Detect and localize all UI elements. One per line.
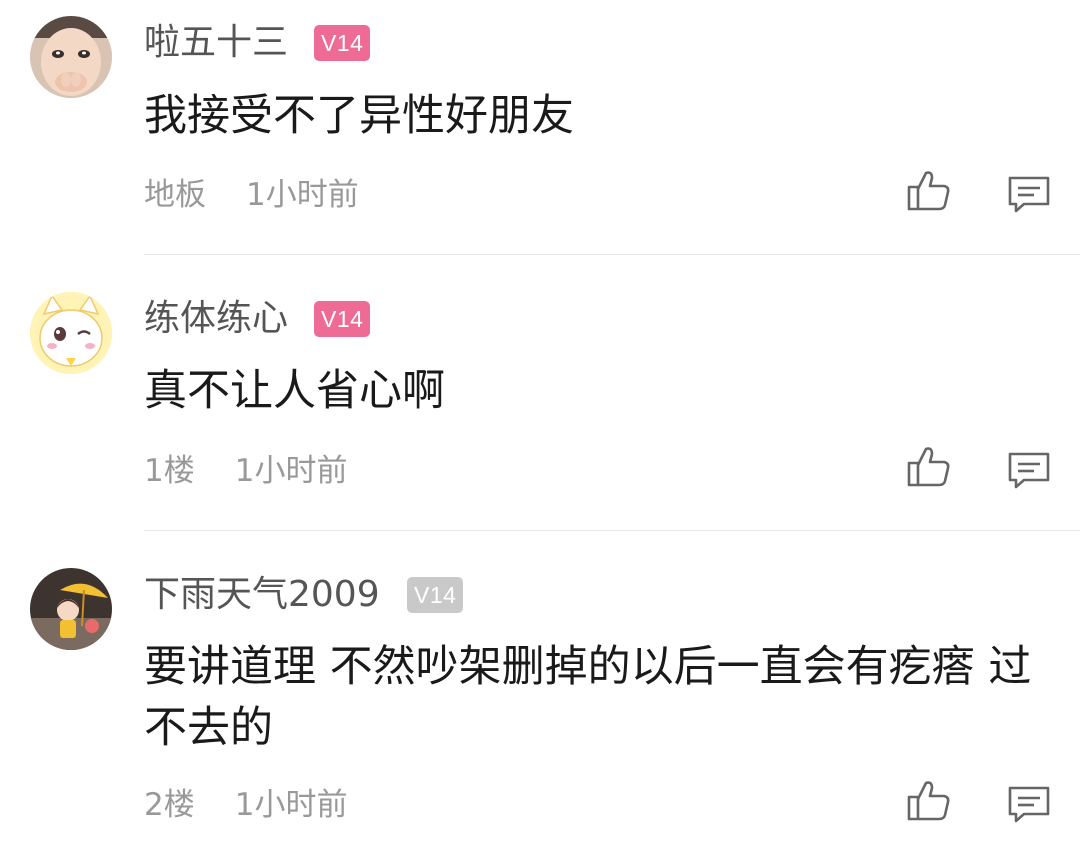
username[interactable]: 啦五十三 — [144, 21, 288, 65]
level-badge: V14 — [314, 25, 371, 61]
divider — [144, 254, 1080, 255]
comment-meta: 2楼 1小时前 — [144, 785, 347, 825]
floor-label: 2楼 — [144, 787, 195, 823]
timestamp: 1小时前 — [234, 787, 348, 823]
username[interactable]: 练体练心 — [144, 297, 288, 341]
divider — [144, 530, 1080, 531]
thumbs-up-icon[interactable] — [906, 167, 952, 213]
timestamp: 1小时前 — [234, 453, 348, 489]
comment-meta: 1楼 1小时前 — [144, 451, 347, 491]
thumbs-up-icon[interactable] — [906, 777, 952, 823]
timestamp: 1小时前 — [246, 177, 359, 213]
floor-label: 1楼 — [144, 453, 195, 489]
cartoon-cat-avatar — [30, 292, 112, 374]
comment-icon[interactable] — [1006, 172, 1052, 218]
avatar[interactable] — [30, 568, 112, 650]
comment-text: 我接受不了异性好朋友 — [144, 91, 574, 141]
avatar[interactable] — [30, 292, 112, 374]
comment-icon[interactable] — [1006, 448, 1052, 494]
username[interactable]: 下雨天气2009 — [144, 573, 380, 617]
floor-label: 地板 — [144, 177, 206, 213]
child-photo-avatar — [30, 16, 112, 98]
comment-text: 真不让人省心啊 — [144, 366, 445, 416]
level-badge: V14 — [314, 301, 371, 337]
thumbs-up-icon[interactable] — [906, 443, 952, 489]
comment-meta: 地板 1小时前 — [144, 175, 359, 215]
level-badge: V14 — [407, 577, 464, 613]
umbrella-girl-avatar — [30, 568, 112, 650]
comment-icon[interactable] — [1006, 782, 1052, 828]
comment-text: 要讲道理 不然吵架删掉的以后一直会有疙瘩 过不去的 — [144, 642, 1032, 753]
avatar[interactable] — [30, 16, 112, 98]
